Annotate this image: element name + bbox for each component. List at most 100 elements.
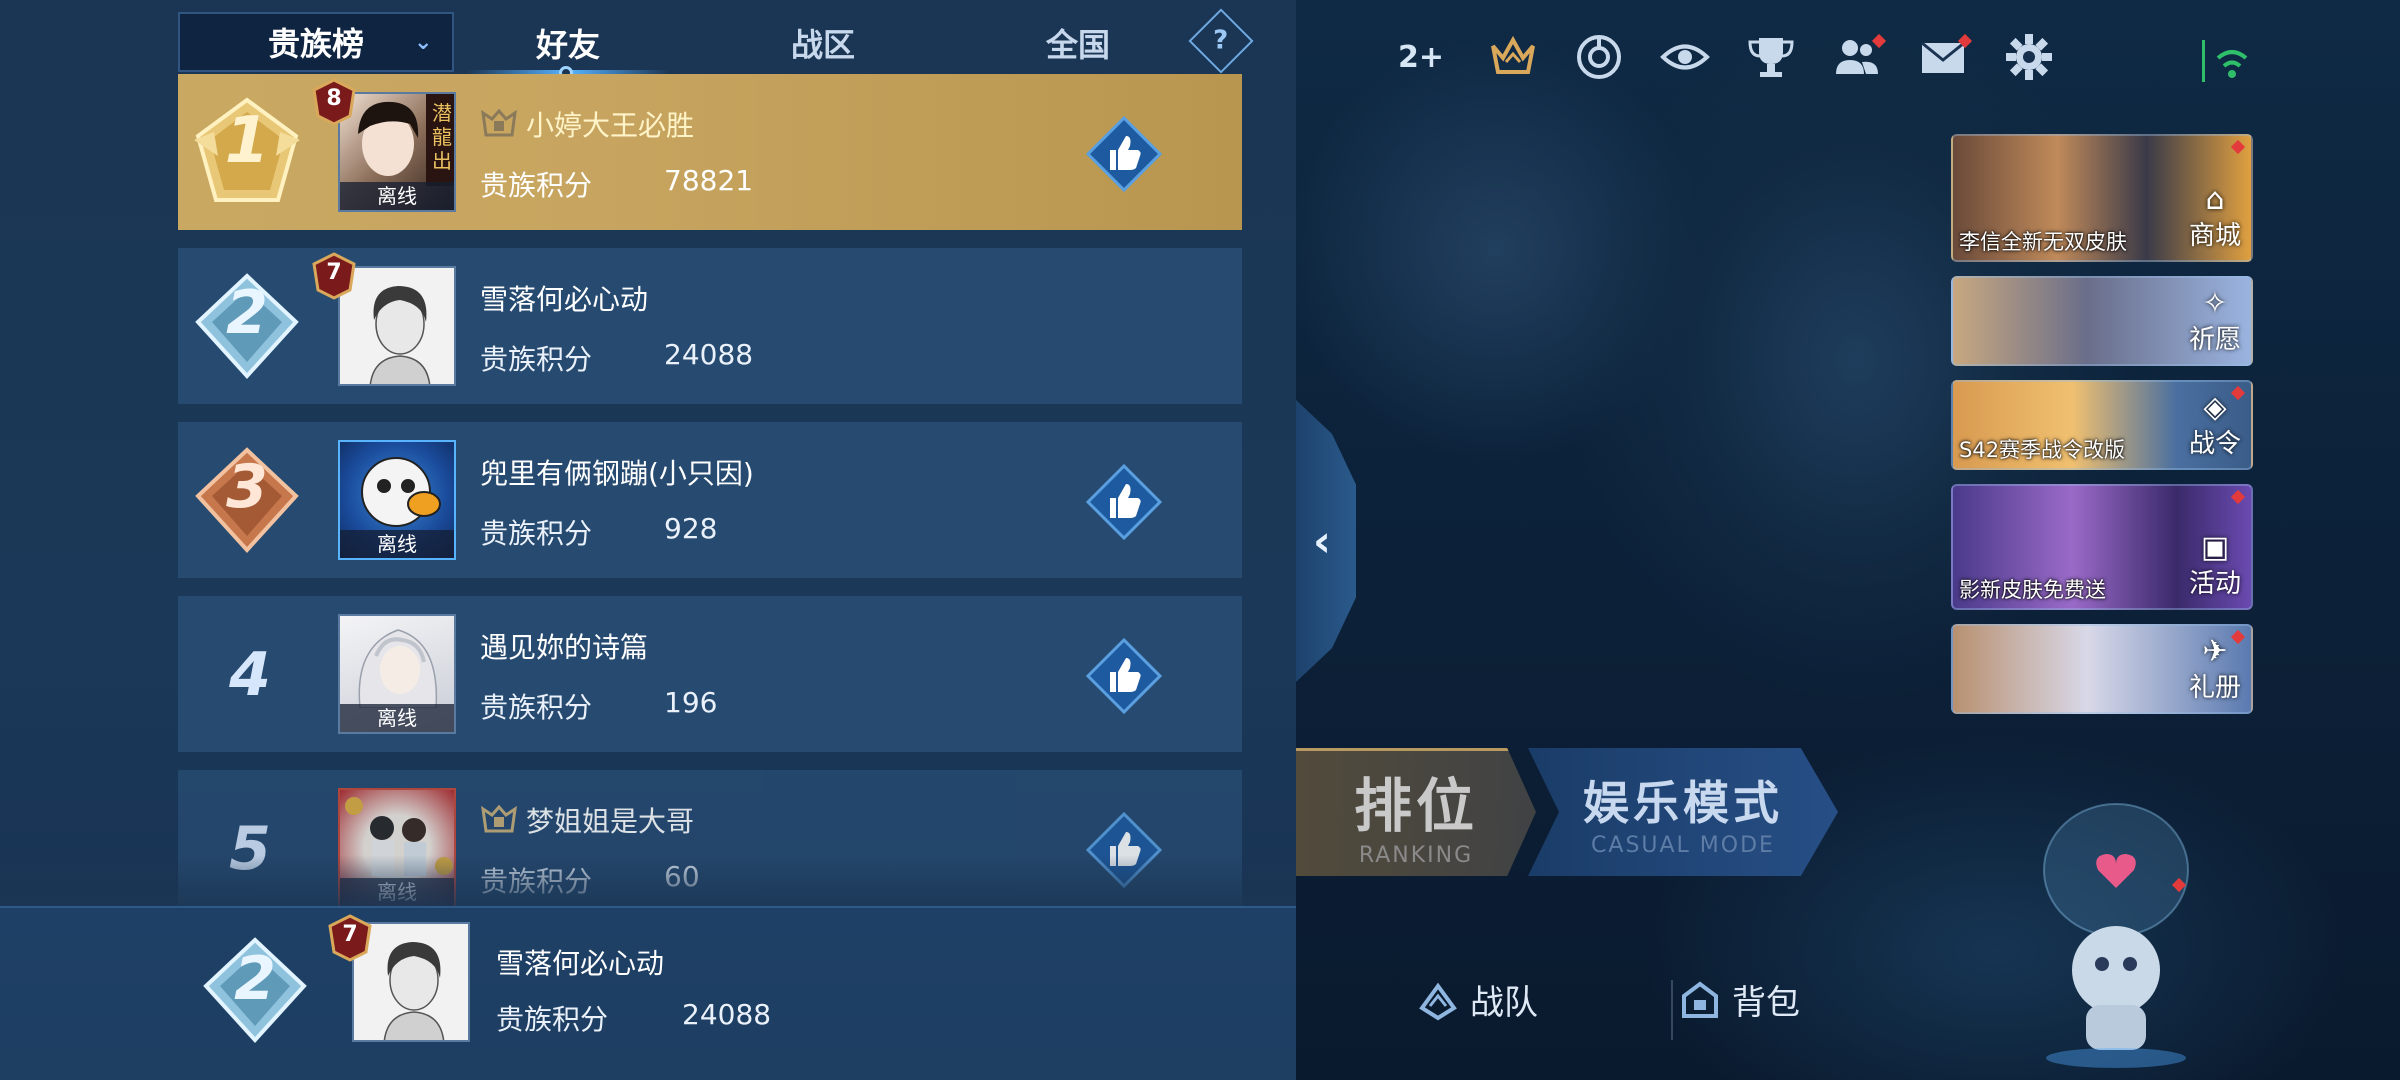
score-value: 78821: [664, 164, 754, 197]
backpack-label: 背包: [1732, 983, 1800, 1023]
wifi-icon: [2202, 40, 2248, 82]
banner-action-label: 礼册: [2188, 673, 2241, 703]
level-number: 7: [342, 922, 358, 947]
ranking-mode-sublabel: RANKING: [1358, 843, 1474, 868]
avatar-portrait-icon: [345, 797, 453, 876]
banner-wish[interactable]: ✧ 祈愿: [1951, 276, 2253, 366]
rank-number: 2: [226, 278, 268, 348]
level-badge: 8: [310, 78, 358, 126]
tab-region[interactable]: 战区: [723, 20, 923, 66]
banner-gift-book[interactable]: ✈ 礼册: [1951, 624, 2253, 714]
thumbs-up-icon[interactable]: [1086, 638, 1162, 714]
banner-action-label: 祈愿: [2188, 325, 2241, 355]
leaderboard-row[interactable]: 2 7 雪落何必心动 贵族积分 24088: [178, 248, 1242, 404]
banner-events[interactable]: 影新皮肤免费送 ▣ 活动: [1951, 484, 2253, 610]
add-friend-counter[interactable]: 2+: [1386, 28, 1456, 86]
help-button[interactable]: ?: [1188, 8, 1254, 74]
ranking-mode-label: 排位: [1353, 772, 1478, 840]
pass-icon: ◈: [2203, 390, 2227, 425]
top-icon-bar: 2+: [1386, 28, 2086, 86]
avatar[interactable]: 离线: [338, 614, 456, 734]
gift-icon: ▣: [2200, 530, 2230, 565]
leaderboard-panel: 贵族榜 ⌄ 好友 战区 全国 ? 1 潜 龍 出 离线 8 小婷大王必胜 贵族积…: [0, 0, 1296, 1080]
casual-mode-sublabel: CASUAL MODE: [1591, 832, 1775, 858]
board-type-label: 贵族榜: [267, 25, 364, 63]
board-type-dropdown[interactable]: 贵族榜 ⌄: [178, 12, 454, 72]
score-label: 贵族积分: [480, 343, 593, 376]
banner-battle-pass[interactable]: S42赛季战令改版 ◈ 战令: [1951, 380, 2253, 470]
crown-icon[interactable]: [1484, 28, 1542, 86]
shop-icon: ⌂: [2205, 182, 2225, 217]
my-rank-number: 2: [234, 944, 276, 1014]
thumbs-up-icon[interactable]: [1086, 116, 1162, 192]
score-value: 24088: [664, 338, 754, 371]
casual-mode-label: 娱乐模式: [1583, 775, 1783, 830]
thumbs-up-icon[interactable]: [1086, 812, 1162, 888]
eye-icon[interactable]: [1656, 28, 1714, 86]
plus-count-label: 2+: [1397, 39, 1444, 75]
leaderboard-tabbar: 贵族榜 ⌄ 好友 战区 全国 ?: [178, 8, 1254, 80]
player-name-wrap: 小婷大王必胜: [480, 104, 694, 144]
leaderboard-row[interactable]: 1 潜 龍 出 离线 8 小婷大王必胜 贵族积分 78821: [178, 74, 1242, 230]
level-badge: 7: [310, 252, 358, 300]
player-name: 遇见妳的诗篇: [480, 631, 649, 664]
noble-crest-icon: [481, 109, 517, 137]
avatar[interactable]: 离线: [338, 788, 456, 908]
banner-shop[interactable]: 李信全新无双皮肤 ⌂ 商城: [1951, 134, 2253, 262]
noble-crest-icon: [481, 805, 517, 833]
rank-number: 3: [226, 452, 268, 522]
leaderboard-row[interactable]: 4 离线 遇见妳的诗篇 贵族积分 196: [178, 596, 1242, 752]
player-name-wrap: 梦姐姐是大哥: [480, 800, 694, 840]
player-name: 小婷大王必胜: [526, 109, 695, 142]
my-name-wrap: 雪落何必心动: [496, 942, 664, 982]
my-player-name: 雪落何必心动: [496, 947, 665, 980]
banner-caption: S42赛季战令改版: [1959, 438, 2126, 462]
banner-caption: 影新皮肤免费送: [1959, 578, 2106, 602]
backpack-button[interactable]: 背包: [1678, 975, 1800, 1024]
casual-mode-button[interactable]: 娱乐模式 CASUAL MODE: [1528, 748, 1838, 876]
ranking-mode-button[interactable]: 排位 RANKING: [1296, 748, 1536, 876]
avatar[interactable]: 离线: [338, 440, 456, 560]
player-name: 兜里有俩钢蹦(小只因): [480, 457, 754, 490]
banner-action-label: 战令: [2188, 429, 2241, 459]
team-button[interactable]: 战队: [1416, 975, 1538, 1024]
friends-icon[interactable]: [1828, 28, 1887, 86]
my-level-badge: 7: [326, 914, 374, 962]
mail-icon[interactable]: [1914, 28, 1973, 86]
player-name: 雪落何必心动: [480, 283, 649, 316]
score-label: 贵族积分: [480, 865, 593, 898]
trophy-icon[interactable]: [1742, 28, 1800, 86]
level-number: 8: [326, 86, 342, 111]
level-number: 7: [326, 260, 342, 285]
avatar-portrait-icon: [361, 457, 441, 527]
tab-friends[interactable]: 好友: [468, 20, 668, 66]
thumbs-up-icon[interactable]: [1086, 464, 1162, 540]
chevron-left-icon: ‹: [1312, 515, 1332, 567]
banner-action: ✈ 礼册: [2189, 637, 2241, 704]
svg-text:潜: 潜: [432, 101, 452, 125]
side-banner-list: 李信全新无双皮肤 ⌂ 商城 ✧ 祈愿 S42赛季战令改版 ◈ 战令 影新皮肤免费送 ▣…: [1951, 134, 2253, 728]
svg-text:龍: 龍: [432, 125, 452, 149]
avatar-portrait-icon: [358, 629, 438, 709]
rank-number: 5: [229, 814, 271, 884]
team-label: 战队: [1470, 983, 1538, 1023]
score-value: 196: [664, 686, 718, 719]
player-name-wrap: 遇见妳的诗篇: [480, 626, 648, 666]
tab-nationwide[interactable]: 全国: [978, 20, 1178, 66]
target-icon[interactable]: [1570, 28, 1628, 86]
banner-events-dot: [2230, 489, 2246, 505]
offline-status: 离线: [340, 878, 454, 906]
leaderboard-row[interactable]: 3 离线 兜里有俩钢蹦(小只因) 贵族积分 928: [178, 422, 1242, 578]
leaderboard-row[interactable]: 5 离线 梦姐姐是大哥 贵族积分 60: [178, 770, 1242, 926]
gear-icon[interactable]: [2000, 28, 2058, 86]
rank-number: 1: [224, 104, 270, 178]
banner-action: ⌂ 商城: [2189, 185, 2241, 252]
leaderboard-list[interactable]: 1 潜 龍 出 离线 8 小婷大王必胜 贵族积分 78821 2 7 雪落何必心…: [178, 74, 1242, 944]
offline-status: 离线: [340, 704, 454, 732]
my-score-value: 24088: [682, 998, 772, 1031]
my-rank-row[interactable]: 2 7 雪落何必心动 贵族积分 24088: [0, 906, 1296, 1080]
mascot-character[interactable]: [2036, 800, 2196, 1070]
wish-icon: ✧: [2202, 286, 2228, 321]
banner-caption: 李信全新无双皮肤: [1959, 230, 2127, 254]
banner-action: ✧ 祈愿: [2189, 289, 2241, 356]
